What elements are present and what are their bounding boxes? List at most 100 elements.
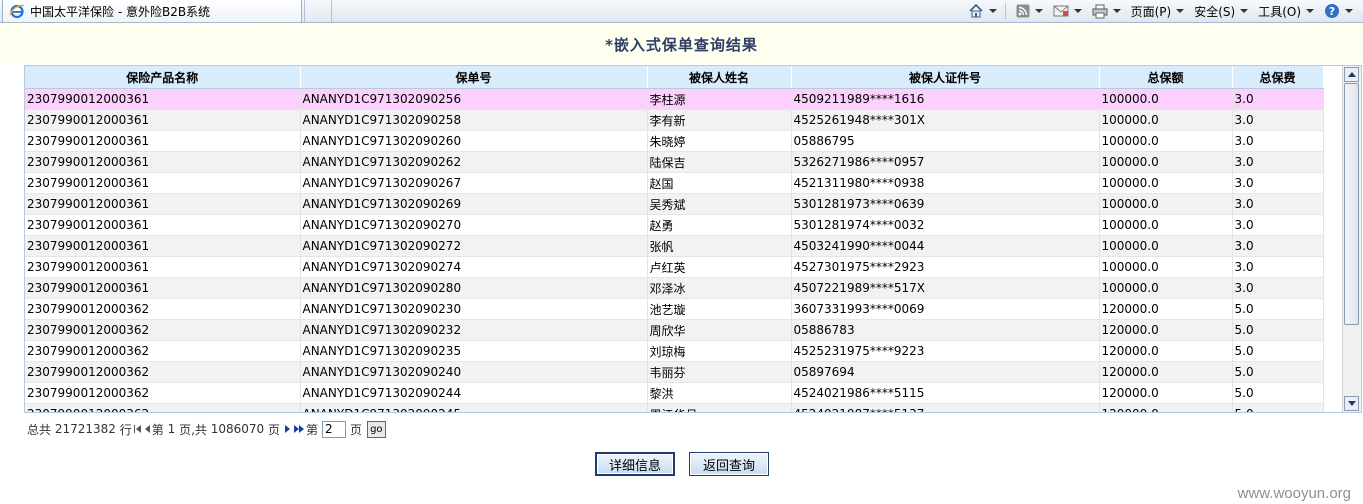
table-row[interactable]: 2307990012000361 ANANYD1C971302090269 吴秀斌 5… bbox=[25, 193, 1324, 215]
table-row[interactable]: 2307990012000361 ANANYD1C971302090262 陆保吉 5… bbox=[25, 151, 1324, 173]
table-cell: 3.0 bbox=[1232, 214, 1324, 236]
table-cell: 3.0 bbox=[1232, 235, 1324, 257]
table-row[interactable]: 2307990012000362 ANANYD1C971302090230 池艺璇 3… bbox=[25, 298, 1324, 320]
table-cell: ANANYD1C971302090232 bbox=[300, 319, 648, 341]
table-cell: 4509211989****1616 bbox=[791, 88, 1100, 110]
scroll-up-icon[interactable] bbox=[1344, 67, 1359, 82]
current-page: 1 bbox=[167, 422, 176, 436]
chevron-down-icon bbox=[1034, 9, 1043, 13]
jump-suffix: 页 bbox=[350, 422, 363, 437]
new-tab-button[interactable] bbox=[304, 0, 332, 22]
table-cell: 3.0 bbox=[1232, 193, 1324, 215]
table-cell: 2307990012000361 bbox=[25, 109, 301, 131]
table-row[interactable]: 2307990012000361 ANANYD1C971302090256 李柱源 4… bbox=[25, 88, 1324, 110]
table-row[interactable]: 2307990012000362 ANANYD1C971302090232 周欣华 0… bbox=[25, 319, 1324, 341]
table-cell: 3.0 bbox=[1232, 172, 1324, 194]
browser-tab[interactable]: 中国太平洋保险 - 意外险B2B系统 bbox=[2, 0, 302, 22]
scroll-thumb[interactable] bbox=[1344, 83, 1359, 325]
table-cell: 赵勇 bbox=[647, 214, 792, 236]
table-cell: 4527301975****2923 bbox=[791, 256, 1100, 278]
table-cell: 3.0 bbox=[1232, 256, 1324, 278]
table-cell: 周江华月 bbox=[647, 403, 792, 412]
table-cell: 120000.0 bbox=[1099, 403, 1233, 412]
table-cell: ANANYD1C971302090272 bbox=[300, 235, 648, 257]
table-cell: 100000.0 bbox=[1099, 151, 1233, 173]
table-cell: ANANYD1C971302090280 bbox=[300, 277, 648, 299]
tools-menu[interactable]: 工具(O) bbox=[1258, 3, 1314, 20]
table-cell: 5.0 bbox=[1232, 298, 1324, 320]
table-cell: 2307990012000361 bbox=[25, 193, 301, 215]
table-cell: 100000.0 bbox=[1099, 277, 1233, 299]
table-row[interactable]: 2307990012000361 ANANYD1C971302090258 李有新 4… bbox=[25, 109, 1324, 131]
total-prefix: 总共 bbox=[27, 422, 52, 437]
mail-button[interactable] bbox=[1053, 4, 1082, 18]
table-row[interactable]: 2307990012000361 ANANYD1C971302090260 朱晓婷 0… bbox=[25, 130, 1324, 152]
table-row[interactable]: 2307990012000361 ANANYD1C971302090274 卢红英 4… bbox=[25, 256, 1324, 278]
table-row[interactable]: 2307990012000362 ANANYD1C971302090240 韦丽芬 0… bbox=[25, 361, 1324, 383]
home-button[interactable] bbox=[968, 3, 1006, 19]
feeds-button[interactable] bbox=[1016, 4, 1043, 18]
next-page-button[interactable] bbox=[285, 425, 291, 433]
vertical-scrollbar[interactable] bbox=[1342, 66, 1361, 412]
table-row[interactable]: 2307990012000361 ANANYD1C971302090267 赵国 45… bbox=[25, 172, 1324, 194]
table-cell: 2307990012000362 bbox=[25, 340, 301, 362]
table-cell: 4524021986****5115 bbox=[791, 382, 1100, 404]
table-cell: 2307990012000362 bbox=[25, 403, 301, 412]
ie-logo-icon bbox=[9, 4, 25, 19]
table-cell: 100000.0 bbox=[1099, 130, 1233, 152]
table-cell: 3.0 bbox=[1232, 88, 1324, 110]
first-page-button[interactable] bbox=[133, 425, 141, 433]
table-cell: 2307990012000361 bbox=[25, 130, 301, 152]
printer-icon bbox=[1092, 4, 1108, 18]
table-cell: 5.0 bbox=[1232, 382, 1324, 404]
table-cell: 2307990012000362 bbox=[25, 361, 301, 383]
last-page-button[interactable] bbox=[294, 425, 305, 433]
page-mid: 页,共 bbox=[179, 422, 207, 437]
row-unit: 行 bbox=[119, 422, 132, 437]
table-cell: ANANYD1C971302090244 bbox=[300, 382, 648, 404]
svg-text:?: ? bbox=[1329, 5, 1335, 18]
table-row[interactable]: 2307990012000362 ANANYD1C971302090244 黎洪 45… bbox=[25, 382, 1324, 404]
table-cell: 刘琼梅 bbox=[647, 340, 792, 362]
table-cell: 100000.0 bbox=[1099, 172, 1233, 194]
table-row[interactable]: 2307990012000361 ANANYD1C971302090272 张帆 45… bbox=[25, 235, 1324, 257]
table-cell: 120000.0 bbox=[1099, 340, 1233, 362]
table-cell: 5.0 bbox=[1232, 340, 1324, 362]
back-to-query-button[interactable]: 返回查询 bbox=[689, 452, 769, 476]
table-cell: ANANYD1C971302090230 bbox=[300, 298, 648, 320]
table-row[interactable]: 2307990012000362ANANYD1C971302090245周江华月… bbox=[25, 403, 1324, 412]
table-cell: 5.0 bbox=[1232, 319, 1324, 341]
column-header: 被保人证件号 bbox=[791, 66, 1100, 89]
table-cell: 100000.0 bbox=[1099, 256, 1233, 278]
table-cell: 2307990012000361 bbox=[25, 235, 301, 257]
table-cell: ANANYD1C971302090267 bbox=[300, 172, 648, 194]
table-row[interactable]: 2307990012000361 ANANYD1C971302090280 邓泽冰 4… bbox=[25, 277, 1324, 299]
page-number-input[interactable] bbox=[322, 420, 347, 438]
safety-menu[interactable]: 安全(S) bbox=[1194, 3, 1249, 20]
table-cell: ANANYD1C971302090262 bbox=[300, 151, 648, 173]
table-cell: 2307990012000361 bbox=[25, 172, 301, 194]
table-cell: 3.0 bbox=[1232, 109, 1324, 131]
table-cell: 5.0 bbox=[1232, 403, 1324, 412]
column-header: 保单号 bbox=[300, 66, 648, 89]
table-cell: 邓泽冰 bbox=[647, 277, 792, 299]
scroll-down-icon[interactable] bbox=[1344, 396, 1359, 411]
chevron-down-icon bbox=[1306, 9, 1314, 13]
table-cell: ANANYD1C971302090258 bbox=[300, 109, 648, 131]
page-menu[interactable]: 页面(P) bbox=[1131, 3, 1185, 20]
go-button[interactable]: go bbox=[367, 420, 386, 438]
page-menu-label: 页面(P) bbox=[1130, 4, 1172, 19]
table-cell: 3.0 bbox=[1232, 151, 1324, 173]
prev-page-button[interactable] bbox=[144, 425, 150, 433]
column-header: 总保额 bbox=[1099, 66, 1233, 89]
table-cell: 100000.0 bbox=[1099, 214, 1233, 236]
detail-info-button[interactable]: 详细信息 bbox=[595, 452, 675, 476]
chevron-down-icon bbox=[1240, 9, 1249, 13]
help-button[interactable]: ? bbox=[1324, 3, 1353, 19]
table-cell: 5301281974****0032 bbox=[791, 214, 1100, 236]
tools-menu-label: 工具(O) bbox=[1258, 4, 1301, 19]
table-row[interactable]: 2307990012000361 ANANYD1C971302090270 赵勇 53… bbox=[25, 214, 1324, 236]
print-button[interactable] bbox=[1092, 4, 1121, 19]
table-cell: 2307990012000361 bbox=[25, 214, 301, 236]
table-row[interactable]: 2307990012000362 ANANYD1C971302090235 刘琼梅 4… bbox=[25, 340, 1324, 362]
